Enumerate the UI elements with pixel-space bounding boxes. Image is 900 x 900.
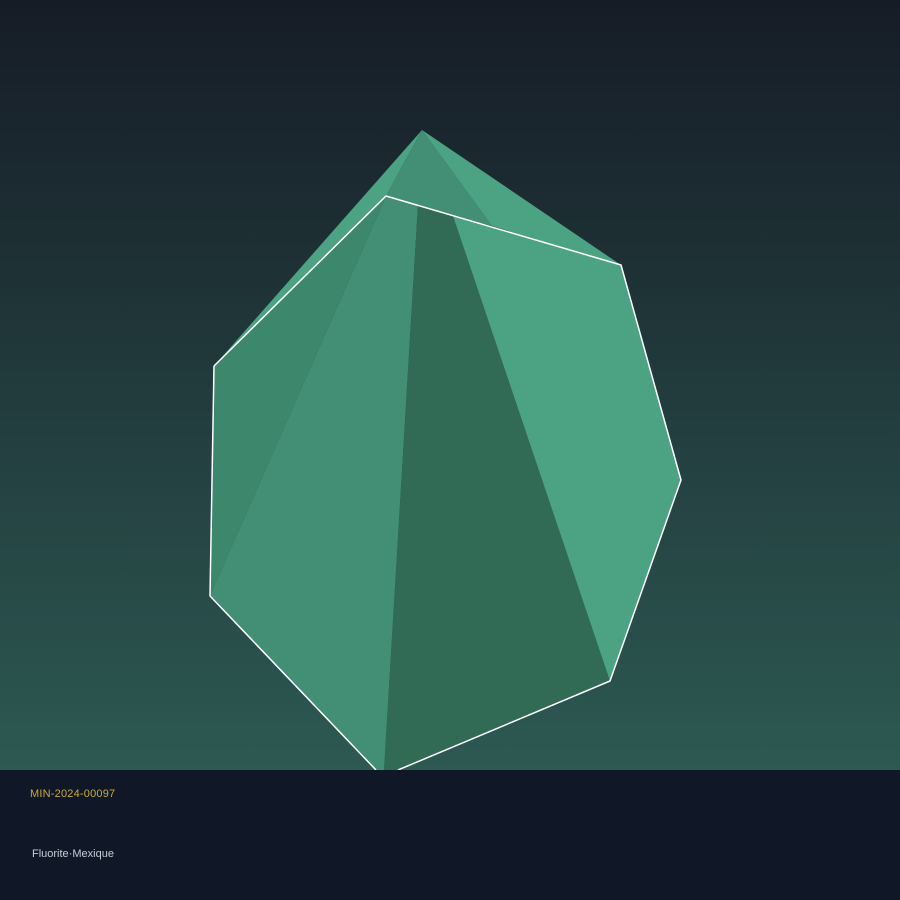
catalog-id: MIN-2024-00097 (30, 788, 116, 800)
specimen-label-bar: MIN-2024-00097 Fluorite·Mexique (0, 770, 900, 900)
specimen-caption: Fluorite·Mexique (32, 848, 114, 860)
mineral-name: Fluorite (32, 848, 69, 860)
crystal-render (0, 0, 900, 770)
locality-name: Mexique (72, 848, 114, 860)
specimen-photo (0, 0, 900, 770)
